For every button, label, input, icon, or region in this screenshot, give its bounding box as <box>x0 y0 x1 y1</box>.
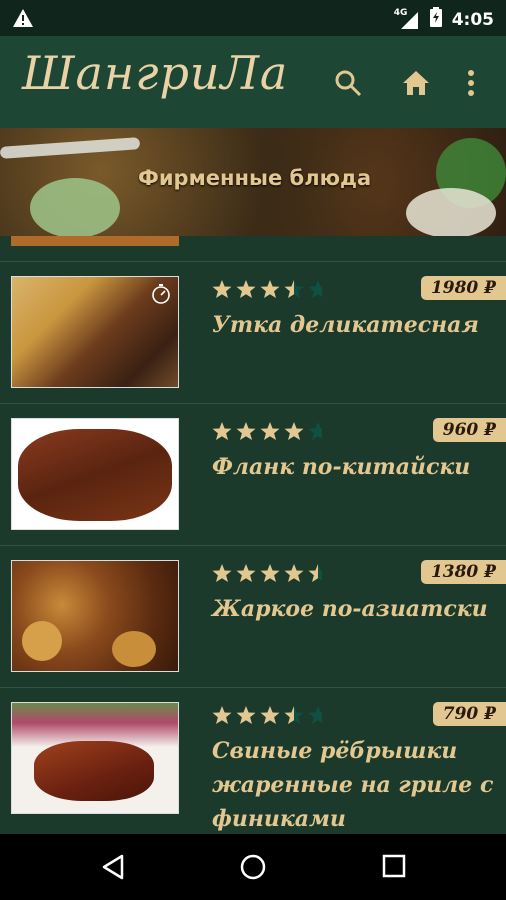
dish-image-food <box>18 429 172 521</box>
banner-onion <box>406 188 496 236</box>
more-vert-icon[interactable] <box>466 69 476 101</box>
star-icons <box>212 564 322 582</box>
dish-image[interactable] <box>11 418 179 530</box>
status-bar: 4G 4:05 <box>0 0 506 36</box>
system-nav-bar <box>0 834 506 900</box>
star-icons <box>212 280 322 298</box>
dish-image-potato <box>112 631 156 667</box>
warning-icon <box>12 8 34 32</box>
dish-image-potato <box>22 621 62 661</box>
section-banner: Фирменные блюда <box>0 128 506 236</box>
price-badge: 1380 ₽ <box>420 560 506 584</box>
price-badge: 960 ₽ <box>432 418 506 442</box>
list-item[interactable]: 1380 ₽ Жаркое по-азиатски <box>0 546 506 688</box>
partial-list-item <box>0 236 506 262</box>
search-icon[interactable] <box>334 69 362 101</box>
rating-stars <box>212 278 322 300</box>
dish-image[interactable] <box>11 560 179 672</box>
star-icons <box>212 706 322 724</box>
back-icon[interactable] <box>100 854 126 884</box>
recents-icon[interactable] <box>382 854 406 882</box>
dish-title[interactable]: Фланк по-китайски <box>212 450 497 484</box>
price-badge: 790 ₽ <box>432 702 506 726</box>
banner-image <box>0 137 141 159</box>
dish-title[interactable]: Утка деликатесная <box>212 308 497 342</box>
dish-title[interactable]: Свиные рёбрышки жаренные на гриле с фини… <box>212 734 497 834</box>
app-bar: ШангриЛа <box>0 36 506 128</box>
dish-image-food <box>34 741 154 801</box>
home-circle-icon[interactable] <box>240 854 266 884</box>
rating-stars <box>212 562 322 584</box>
app-logo[interactable]: ШангриЛа <box>22 46 288 100</box>
price-badge: 1980 ₽ <box>420 276 506 300</box>
battery-icon <box>429 7 442 32</box>
rating-stars <box>212 420 322 442</box>
section-title: Фирменные блюда <box>138 166 372 190</box>
list-item[interactable]: 960 ₽ Фланк по-китайски <box>0 404 506 546</box>
home-icon[interactable] <box>401 69 431 101</box>
dish-list[interactable]: 1980 ₽ Утка деликатесная 960 ₽ Фланк по-… <box>0 236 506 834</box>
list-item[interactable]: 790 ₽ Свиные рёбрышки жаренные на гриле … <box>0 688 506 832</box>
dish-image[interactable] <box>11 276 179 388</box>
list-item[interactable]: 1980 ₽ Утка деликатесная <box>0 262 506 404</box>
star-icons <box>212 422 322 440</box>
rating-stars <box>212 704 322 726</box>
clock: 4:05 <box>451 9 494 30</box>
dish-title[interactable]: Жаркое по-азиатски <box>212 592 497 626</box>
partial-dish-image <box>11 236 179 246</box>
dish-image[interactable] <box>11 702 179 814</box>
signal-icon: 4G <box>394 8 420 30</box>
timer-icon <box>150 283 172 309</box>
